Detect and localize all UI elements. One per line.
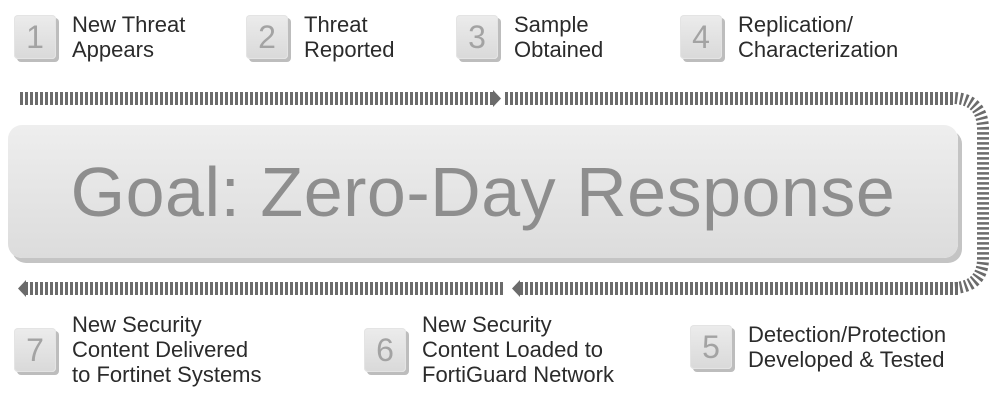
step-number-badge: 7 [14,327,56,372]
arrow-right-icon [493,90,501,107]
goal-title: Goal: Zero-Day Response [70,152,896,231]
top-flow-stripe [18,90,955,107]
step-5: 5 Detection/Protection Developed & Teste… [690,322,946,372]
step-6: 6 New Security Content Loaded to FortiGu… [364,312,614,387]
bottom-flow-stripe [18,280,960,297]
step-label-line: to Fortinet Systems [72,362,262,387]
step-label-line: New Security [72,312,202,337]
goal-panel: Goal: Zero-Day Response [8,125,958,258]
step-label-line: Detection/Protection [748,322,947,347]
step-label: Detection/Protection Developed & Tested [748,322,946,372]
step-number-badge: 5 [690,325,732,369]
arrow-left-icon [18,280,26,297]
step-number-badge: 6 [364,327,406,372]
right-flow-stripe [954,92,989,294]
step-label: New Security Content Loaded to FortiGuar… [422,312,614,387]
step-label-line: New Security [422,312,552,337]
step-label-line: Content Loaded to [422,337,604,362]
step-label-line: Content Delivered [72,337,249,362]
step-label: New Security Content Delivered to Fortin… [72,312,262,387]
arrow-left-icon [512,280,520,297]
step-7: 7 New Security Content Delivered to Fort… [14,312,262,387]
step-label-line: Developed & Tested [748,347,945,372]
step-label-line: FortiGuard Network [422,362,614,387]
